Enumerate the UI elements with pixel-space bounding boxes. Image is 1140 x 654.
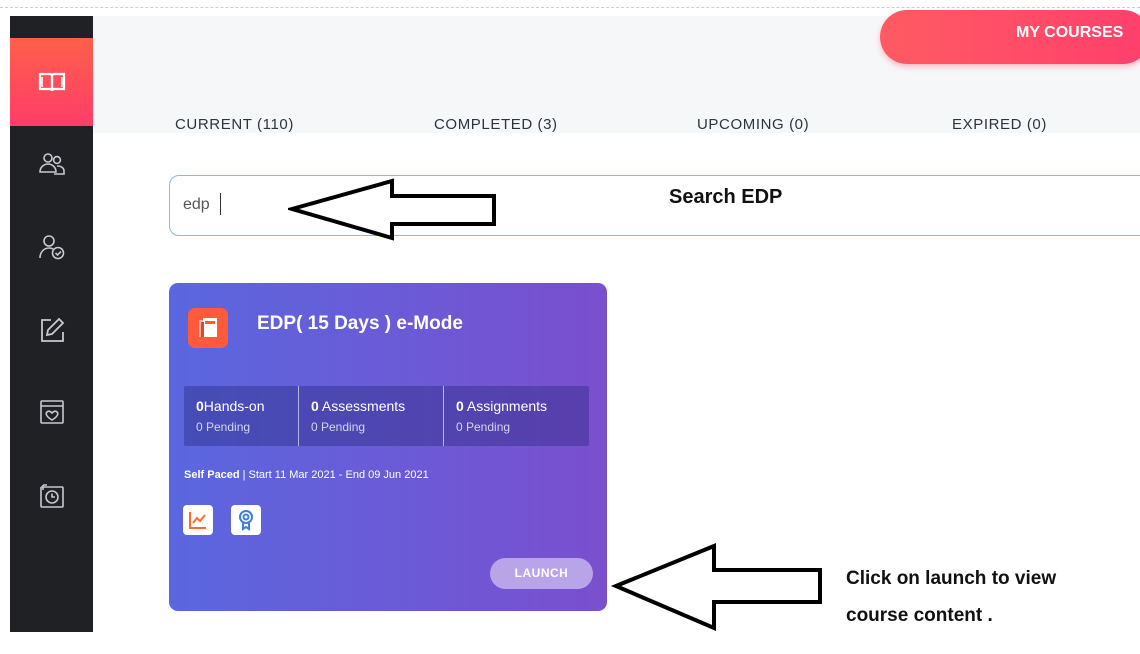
top-divider [0, 0, 1140, 8]
sidebar-item-assignments[interactable] [10, 286, 93, 374]
sidebar-item-certificates[interactable] [10, 368, 93, 456]
my-courses-button[interactable]: MY COURSES [880, 10, 1140, 64]
pipe-separator: | [242, 469, 246, 481]
edit-icon [40, 317, 64, 342]
course-dates: Start 11 Mar 2021 - End 09 Jun 2021 [248, 469, 429, 481]
history-icon [39, 484, 64, 508]
users-icon [38, 153, 65, 175]
course-stats: 0Hands-on 0 Pending 0 Assessments 0 Pend… [184, 386, 589, 446]
tab-expired[interactable]: EXPIRED (0) [952, 116, 1047, 133]
course-schedule: Self Paced | Start 11 Mar 2021 - End 09 Ju… [184, 469, 429, 481]
stat-pending: 0 Pending [456, 420, 511, 434]
search-annotation: Search EDP [669, 186, 783, 208]
user-check-icon [38, 235, 64, 260]
stat-assessments: 0 Assessments 0 Pending [298, 386, 443, 446]
stat-label: Hands-on [203, 398, 265, 414]
sidebar [10, 16, 93, 632]
course-card[interactable]: EDP( 15 Days ) e-Mode 0Hands-on 0 Pendin… [169, 283, 607, 611]
course-title: EDP( 15 Days ) e-Mode [257, 313, 463, 334]
stat-hands-on: 0Hands-on 0 Pending [184, 386, 298, 446]
stat-pending: 0 Pending [196, 420, 251, 434]
sidebar-item-history[interactable] [10, 451, 93, 539]
launch-annotation-line-1: Click on launch to view [846, 568, 1057, 589]
left-arrow-icon [610, 543, 822, 632]
tab-upcoming[interactable]: UPCOMING (0) [697, 116, 809, 133]
analytics-button[interactable] [183, 505, 213, 535]
award-icon [239, 510, 253, 531]
course-book-icon [188, 308, 228, 348]
chart-line-icon [189, 512, 206, 529]
sidebar-item-users[interactable] [10, 121, 93, 209]
stat-label: Assessments [318, 398, 406, 414]
search-input-value: edp [183, 196, 210, 213]
stat-count: 0 [456, 398, 464, 414]
stat-count: 0 [196, 398, 204, 414]
tab-current[interactable]: CURRENT (110) [175, 116, 294, 133]
stat-count: 0 [311, 398, 319, 414]
course-pace: Self Paced [184, 469, 240, 481]
stat-pending: 0 Pending [311, 420, 366, 434]
stat-assignments: 0 Assignments 0 Pending [443, 386, 589, 446]
sidebar-item-user-progress[interactable] [10, 203, 93, 291]
launch-annotation-line-2: course content . [846, 605, 993, 626]
text-caret [220, 193, 221, 215]
tab-completed[interactable]: COMPLETED (3) [434, 116, 558, 133]
launch-button[interactable]: LAUNCH [490, 558, 593, 589]
book-icon [38, 72, 65, 92]
certificate-button[interactable] [231, 505, 261, 535]
certificate-icon [39, 400, 64, 424]
stat-label: Assignments [463, 398, 548, 414]
sidebar-item-courses[interactable] [10, 38, 93, 126]
left-arrow-icon [288, 178, 496, 241]
